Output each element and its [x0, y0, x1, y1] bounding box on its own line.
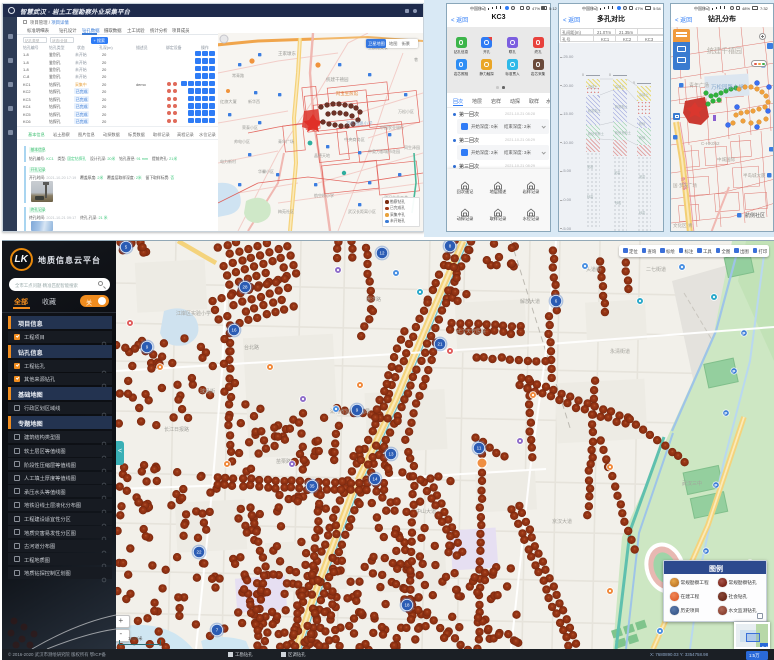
svg-text:18: 18	[404, 603, 410, 608]
svg-text:11: 11	[477, 446, 482, 451]
svg-text:文化区·青: 文化区·青	[673, 222, 693, 229]
svg-text:22: 22	[196, 550, 202, 555]
svg-text:半岛城大厦: 半岛城大厦	[743, 172, 766, 179]
svg-text:中央商务区: 中央商务区	[344, 136, 365, 143]
svg-text:万松园路小学: 万松园路小学	[711, 83, 745, 91]
svg-text:万松园路小学: 万松园路小学	[346, 120, 373, 127]
svg-text:华馨小区: 华馨小区	[258, 168, 274, 174]
svg-text:P: P	[732, 369, 735, 374]
svg-text:21: 21	[437, 342, 443, 347]
svg-text:万松小区: 万松小区	[398, 108, 414, 114]
svg-text:晶德天地: 晶德天地	[314, 152, 330, 158]
svg-text:武汉长距离小区: 武汉长距离小区	[348, 208, 376, 214]
svg-text:统建千禧园: 统建千禧园	[326, 76, 349, 83]
svg-text:16: 16	[231, 328, 237, 333]
svg-text:C-HK052: C-HK052	[701, 141, 720, 146]
svg-text:台北路: 台北路	[244, 344, 259, 351]
svg-text:王家墩东: 王家墩东	[278, 50, 296, 57]
svg-text:青年广场: 青年广场	[689, 82, 709, 89]
svg-text:武汉三中: 武汉三中	[682, 480, 702, 487]
svg-text:P: P	[704, 549, 707, 554]
svg-text:常青路: 常青路	[232, 72, 244, 78]
svg-text:35: 35	[309, 484, 315, 489]
svg-text:航侧社区: 航侧社区	[745, 212, 765, 219]
svg-text:国·梦天广场: 国·梦天广场	[673, 182, 697, 189]
svg-text:二七街道: 二七街道	[646, 266, 666, 273]
svg-text:中奥万都城市花园: 中奥万都城市花园	[368, 148, 400, 154]
svg-text:江岸区实验小学: 江岸区实验小学	[176, 310, 211, 317]
svg-text:解放大道: 解放大道	[520, 298, 540, 305]
svg-text:13: 13	[388, 452, 394, 457]
svg-text:同生泽园: 同生泽园	[404, 144, 420, 150]
svg-text:阿宝生煎馆: 阿宝生煎馆	[336, 90, 359, 97]
svg-text:P: P	[742, 331, 745, 336]
svg-text:中山大道: 中山大道	[416, 508, 436, 515]
svg-text:帅电小区: 帅电小区	[234, 138, 250, 144]
svg-text:14: 14	[372, 477, 378, 482]
svg-text:梅苑社区: 梅苑社区	[278, 208, 294, 214]
svg-text:新华西: 新华西	[248, 98, 260, 104]
svg-text:P: P	[724, 411, 727, 416]
svg-text:中国农业银行: 中国农业银行	[380, 124, 404, 130]
svg-text:28: 28	[242, 285, 248, 290]
svg-text:中城国际: 中城国际	[717, 156, 735, 163]
svg-text:统建千禧园: 统建千禧园	[707, 46, 742, 55]
svg-text:电力新村: 电力新村	[220, 158, 236, 164]
svg-text:荣泰小区: 荣泰小区	[242, 124, 258, 130]
svg-text:红旗大厦: 红旗大厦	[220, 98, 237, 105]
svg-text:P: P	[714, 483, 717, 488]
svg-text:青年广场: 青年广场	[278, 138, 294, 144]
svg-text:永清街道: 永清街道	[610, 348, 630, 355]
svg-text:京汉大道: 京汉大道	[552, 518, 572, 525]
svg-text:巷: 巷	[414, 57, 418, 62]
svg-text:武汉天安医院: 武汉天安医院	[456, 328, 486, 335]
svg-text:航空桥小学: 航空桥小学	[314, 192, 334, 198]
svg-text:长江日报路: 长江日报路	[164, 426, 189, 433]
svg-text:球场街: 球场街	[200, 388, 215, 395]
svg-text:12: 12	[379, 251, 385, 256]
svg-text:惠济路: 惠济路	[366, 296, 381, 303]
